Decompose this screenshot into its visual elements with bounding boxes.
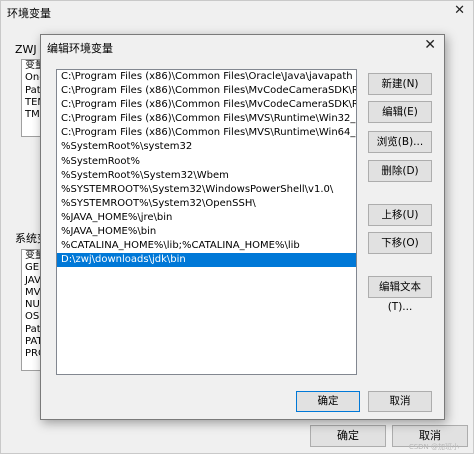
cancel-button[interactable]: 取消	[368, 391, 432, 412]
dialog-title: 编辑环境变量	[47, 42, 113, 55]
path-entry[interactable]: %SYSTEMROOT%\System32\WindowsPowerShell\…	[57, 183, 356, 197]
path-entry[interactable]: C:\Program Files (x86)\Common Files\MvCo…	[57, 98, 356, 112]
path-entry[interactable]: C:\Program Files (x86)\Common Files\Orac…	[57, 70, 356, 84]
edit-button[interactable]: 编辑(E)	[368, 101, 432, 123]
window-title: 环境变量	[7, 7, 51, 20]
path-entry[interactable]: C:\Program Files (x86)\Common Files\MVS\…	[57, 126, 356, 140]
path-entries-list[interactable]: C:\Program Files (x86)\Common Files\Orac…	[56, 69, 357, 375]
ok-button[interactable]: 确定	[296, 391, 360, 412]
new-button[interactable]: 新建(N)	[368, 73, 432, 95]
path-entry[interactable]: %SYSTEMROOT%\System32\OpenSSH\	[57, 197, 356, 211]
move-up-button[interactable]: 上移(U)	[368, 204, 432, 226]
edit-text-button[interactable]: 编辑文本(T)...	[368, 276, 432, 313]
env-ok-button[interactable]: 确定	[310, 425, 386, 447]
delete-button[interactable]: 删除(D)	[368, 160, 432, 182]
path-entry[interactable]: C:\Program Files (x86)\Common Files\MvCo…	[57, 84, 356, 98]
path-entry[interactable]: %SystemRoot%\System32\Wbem	[57, 169, 356, 183]
path-entry[interactable]: C:\Program Files (x86)\Common Files\MVS\…	[57, 112, 356, 126]
browse-button[interactable]: 浏览(B)...	[368, 131, 432, 153]
close-icon[interactable]: ✕	[424, 37, 436, 53]
edit-env-var-dialog: 编辑环境变量 ✕ C:\Program Files (x86)\Common F…	[40, 34, 445, 420]
path-entry-selected[interactable]: D:\zwj\downloads\jdk\bin	[57, 253, 356, 268]
path-entry[interactable]: %JAVA_HOME%\bin	[57, 225, 356, 239]
path-entry[interactable]: %JAVA_HOME%\jre\bin	[57, 211, 356, 225]
path-entry[interactable]: %SystemRoot%\system32	[57, 140, 356, 154]
path-entry[interactable]: %CATALINA_HOME%\lib;%CATALINA_HOME%\lib	[57, 239, 356, 253]
close-icon[interactable]: ✕	[454, 3, 465, 18]
watermark: CSDN @加班小	[408, 443, 459, 451]
path-entry[interactable]: %SystemRoot%	[57, 155, 356, 169]
move-down-button[interactable]: 下移(O)	[368, 232, 432, 254]
